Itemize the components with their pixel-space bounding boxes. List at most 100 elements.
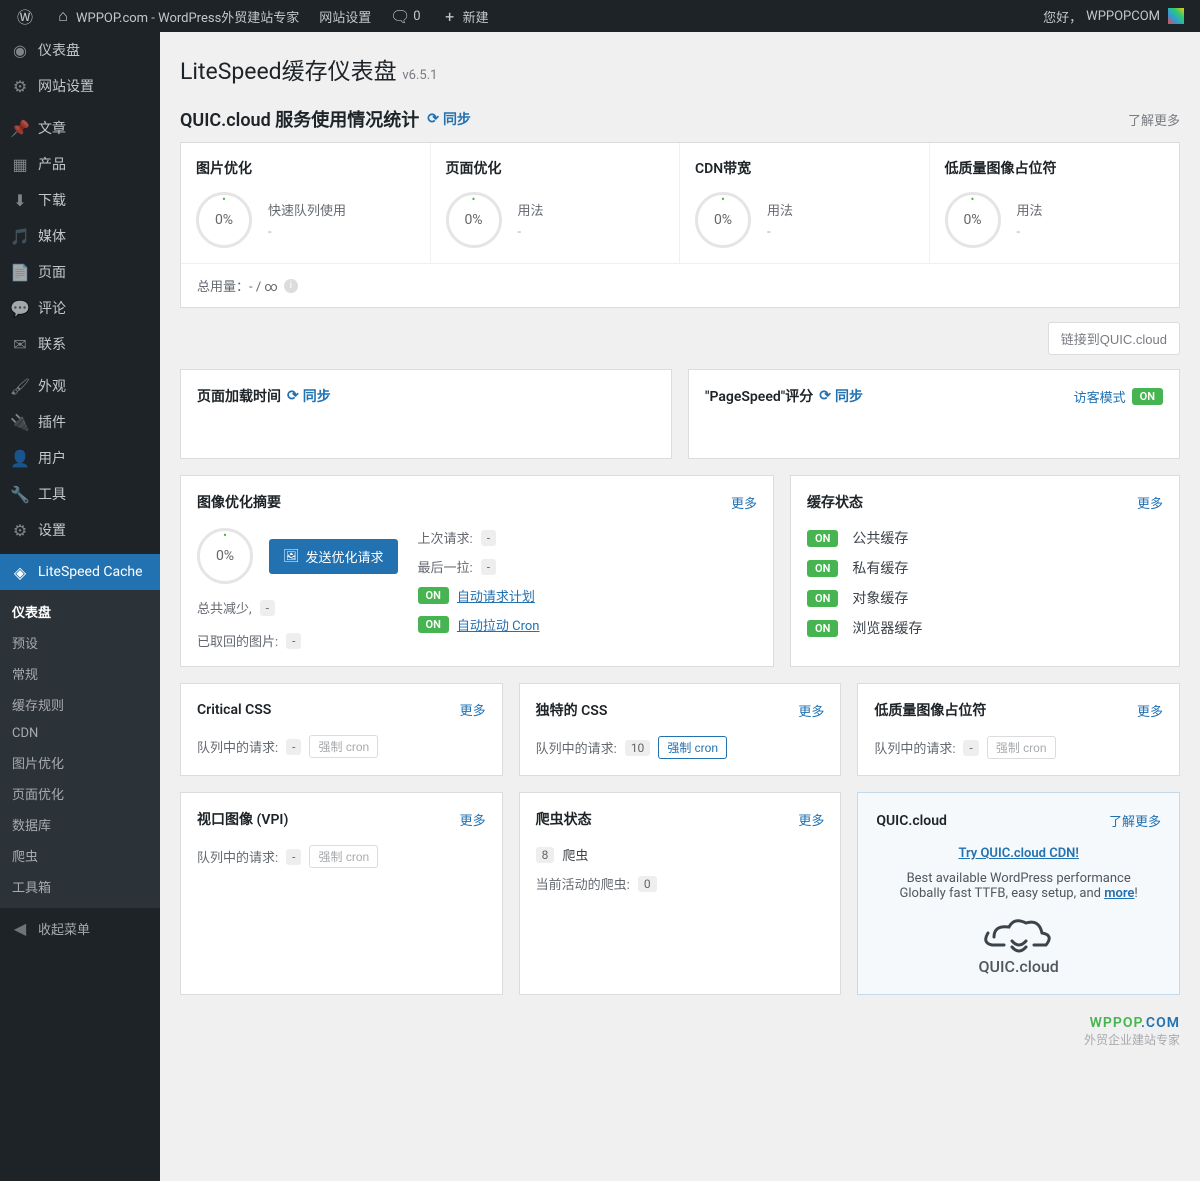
page-title: LiteSpeed缓存仪表盘 v6.5.1 xyxy=(180,52,1180,86)
gauge: 0% xyxy=(695,192,751,248)
cache-row: ON公共缓存 xyxy=(807,528,1163,548)
menu-item-12[interactable]: 🔧工具 xyxy=(0,476,160,512)
submenu-item[interactable]: 缓存规则 xyxy=(0,689,160,720)
pin-icon: 📌 xyxy=(10,118,30,138)
refresh-icon: ⟳ xyxy=(819,388,831,404)
gauge: 0% xyxy=(945,192,1001,248)
submenu-item[interactable]: CDN xyxy=(0,720,160,747)
lqip-card: 低质量图像占位符更多 队列中的请求:-强制 cron xyxy=(857,683,1180,776)
plus-icon: + xyxy=(441,7,459,25)
menu-item-11[interactable]: 👤用户 xyxy=(0,440,160,476)
quic-more-link[interactable]: more xyxy=(1104,886,1134,901)
submenu-item[interactable]: 爬虫 xyxy=(0,840,160,871)
quic-learn-more[interactable]: 了解更多 xyxy=(1109,811,1161,830)
new-link[interactable]: +新建 xyxy=(433,7,497,26)
cache-row: ON私有缓存 xyxy=(807,558,1163,578)
info-icon[interactable]: i xyxy=(284,279,298,293)
menu-item-9[interactable]: 🖌外观 xyxy=(0,368,160,404)
stat-cell: 页面优化0%用法- xyxy=(431,143,681,263)
ccss-card: Critical CSS更多 队列中的请求:-强制 cron xyxy=(180,683,503,776)
crawler-card: 爬虫状态更多 8爬虫 当前活动的爬虫:0 xyxy=(519,792,842,995)
send-opt-request-button[interactable]: 🖼 发送优化请求 xyxy=(269,539,398,574)
lqip-more[interactable]: 更多 xyxy=(1137,701,1163,720)
submenu-item[interactable]: 常规 xyxy=(0,658,160,689)
menu-item-4[interactable]: ⬇下载 xyxy=(0,182,160,218)
quic-cloud-card: QUIC.cloud了解更多 Try QUIC.cloud CDN! Best … xyxy=(857,792,1180,995)
lqip-force-cron[interactable]: 强制 cron xyxy=(987,736,1056,759)
guest-mode: 访客模式 ON xyxy=(1074,387,1163,406)
gear-icon: ⚙ xyxy=(10,76,30,96)
submenu-item[interactable]: 仪表盘 xyxy=(0,596,160,627)
ccss-force-cron[interactable]: 强制 cron xyxy=(309,735,378,758)
wrench-icon: 🔧 xyxy=(10,484,30,504)
submenu-item[interactable]: 页面优化 xyxy=(0,778,160,809)
comment-icon: 🗨 xyxy=(391,7,409,25)
grid-icon: ▦ xyxy=(10,154,30,174)
menu-item-3[interactable]: ▦产品 xyxy=(0,146,160,182)
collapse-icon: ◀ xyxy=(10,918,30,938)
submenu-item[interactable]: 图片优化 xyxy=(0,747,160,778)
avatar-icon xyxy=(1168,8,1184,24)
ucss-force-cron[interactable]: 强制 cron xyxy=(658,736,727,759)
try-quic-link[interactable]: Try QUIC.cloud CDN! xyxy=(958,846,1078,861)
cache-status-more[interactable]: 更多 xyxy=(1137,493,1163,512)
admin-sidebar: ◉仪表盘⚙网站设置📌文章▦产品⬇下载🎵媒体📄页面💬评论✉联系🖌外观🔌插件👤用户🔧… xyxy=(0,32,160,1181)
ucss-more[interactable]: 更多 xyxy=(798,701,824,720)
home-icon: ⌂ xyxy=(54,7,72,25)
guest-on-badge: ON xyxy=(1132,388,1163,405)
menu-item-5[interactable]: 🎵媒体 xyxy=(0,218,160,254)
stat-cell: 图片优化0%快速队列使用- xyxy=(181,143,431,263)
load-time-card: 页面加载时间 ⟳同步 xyxy=(180,369,672,459)
pagespeed-sync[interactable]: ⟳同步 xyxy=(819,386,863,406)
submenu-item[interactable]: 预设 xyxy=(0,627,160,658)
total-usage-row: 总用量：- / ∞ i xyxy=(181,263,1179,307)
comments-link[interactable]: 🗨0 xyxy=(383,7,428,25)
auto-cron-link[interactable]: 自动拉动 Cron xyxy=(457,615,540,634)
cache-row: ON浏览器缓存 xyxy=(807,618,1163,638)
footer-brand: WPPOP.COM 外贸企业建站专家 xyxy=(180,1015,1180,1048)
menu-item-0[interactable]: ◉仪表盘 xyxy=(0,32,160,68)
user-greeting[interactable]: 您好， WPPOPCOM xyxy=(1035,7,1192,26)
collapse-menu[interactable]: ◀ 收起菜单 xyxy=(0,908,160,948)
site-settings-link[interactable]: 网站设置 xyxy=(311,7,379,26)
quic-sync-link[interactable]: ⟳ 同步 xyxy=(427,109,471,129)
menu-item-6[interactable]: 📄页面 xyxy=(0,254,160,290)
link-quic-cloud-button[interactable]: 链接到QUIC.cloud xyxy=(1048,322,1180,355)
admin-bar-right: 您好， WPPOPCOM xyxy=(1035,7,1192,26)
menu-item-2[interactable]: 📌文章 xyxy=(0,110,160,146)
brush-icon: 🖌 xyxy=(10,376,30,396)
menu-item-7[interactable]: 💬评论 xyxy=(0,290,160,326)
menu-item-1[interactable]: ⚙网站设置 xyxy=(0,68,160,104)
mail-icon: ✉ xyxy=(10,334,30,354)
menu-item-8[interactable]: ✉联系 xyxy=(0,326,160,362)
cache-row: ON对象缓存 xyxy=(807,588,1163,608)
vpi-force-cron[interactable]: 强制 cron xyxy=(309,845,378,868)
image-opt-more[interactable]: 更多 xyxy=(731,493,757,512)
stat-cell: CDN带宽0%用法- xyxy=(680,143,930,263)
pagespeed-card: "PageSpeed"评分 ⟳同步 访客模式 ON xyxy=(688,369,1180,459)
quic-stats-panel: 图片优化0%快速队列使用-页面优化0%用法-CDN带宽0%用法-低质量图像占位符… xyxy=(180,142,1180,308)
admin-bar: Ⓦ ⌂WPPOP.com - WordPress外贸建站专家 网站设置 🗨0 +… xyxy=(0,0,1200,32)
wp-logo[interactable]: Ⓦ xyxy=(8,7,42,25)
submenu-item[interactable]: 数据库 xyxy=(0,809,160,840)
vpi-card: 视口图像 (VPI)更多 队列中的请求:-强制 cron xyxy=(180,792,503,995)
menu-item-13[interactable]: ⚙设置 xyxy=(0,512,160,548)
crawler-more[interactable]: 更多 xyxy=(798,810,824,829)
ccss-more[interactable]: 更多 xyxy=(460,700,486,719)
load-time-title: 页面加载时间 ⟳同步 xyxy=(197,386,331,406)
site-link[interactable]: ⌂WPPOP.com - WordPress外贸建站专家 xyxy=(46,7,307,26)
menu-item-10[interactable]: 🔌插件 xyxy=(0,404,160,440)
auto-request-link[interactable]: 自动请求计划 xyxy=(457,586,535,605)
refresh-icon: ⟳ xyxy=(287,388,299,404)
vpi-more[interactable]: 更多 xyxy=(460,810,486,829)
media-icon: 🎵 xyxy=(10,226,30,246)
menu-item-14[interactable]: ◈LiteSpeed Cache xyxy=(0,554,160,590)
learn-more-link[interactable]: 了解更多 xyxy=(1128,110,1180,129)
image-opt-card: 图像优化摘要 更多 0% 🖼 发送优化请求 总共减少,- 已取回的图 xyxy=(180,475,774,667)
dashboard-icon: ◉ xyxy=(10,40,30,60)
submenu-item[interactable]: 工具箱 xyxy=(0,871,160,902)
comment-icon: 💬 xyxy=(10,298,30,318)
load-time-sync[interactable]: ⟳同步 xyxy=(287,386,331,406)
quic-stats-title: QUIC.cloud 服务使用情况统计 ⟳ 同步 xyxy=(180,106,471,132)
quic-stats-header: QUIC.cloud 服务使用情况统计 ⟳ 同步 了解更多 xyxy=(180,106,1180,132)
